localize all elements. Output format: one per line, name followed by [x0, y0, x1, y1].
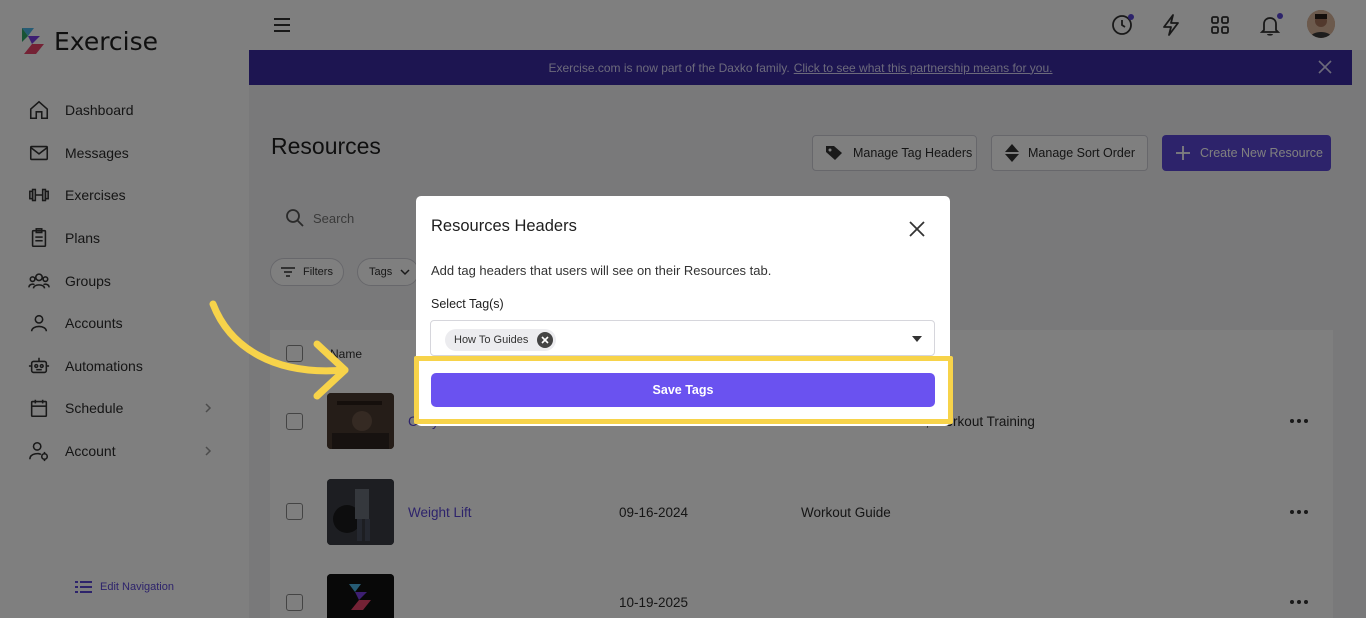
modal-description: Add tag headers that users will see on t…: [431, 263, 772, 278]
remove-tag-icon[interactable]: [537, 332, 554, 348]
selected-tag-chip: How To Guides: [445, 329, 557, 351]
selected-tag-label: How To Guides: [454, 334, 529, 346]
save-tags-button[interactable]: Save Tags: [431, 373, 935, 407]
close-icon[interactable]: [908, 220, 926, 238]
caret-down-icon: [912, 336, 922, 342]
modal-title: Resources Headers: [431, 217, 577, 235]
select-tags-label: Select Tag(s): [431, 297, 504, 311]
tag-select-dropdown[interactable]: How To Guides: [430, 320, 935, 356]
